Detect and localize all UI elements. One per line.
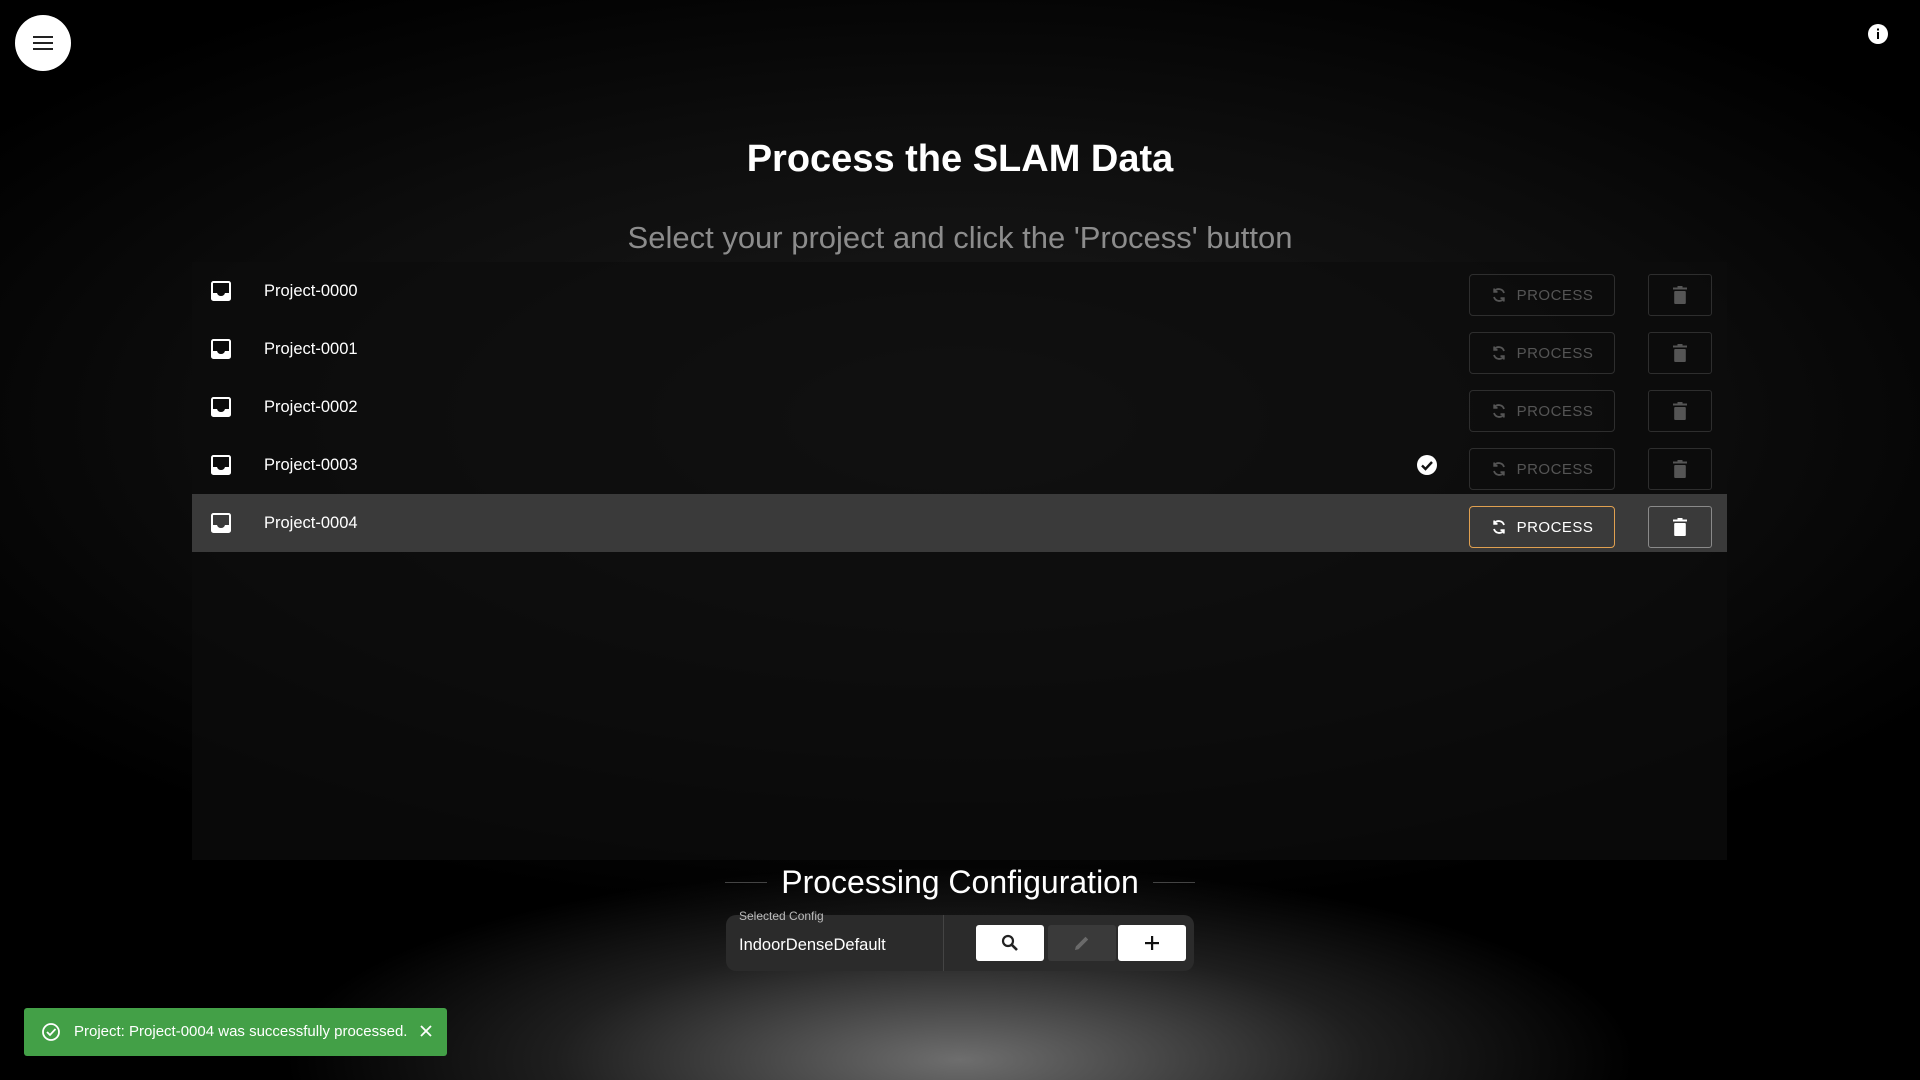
process-label: PROCESS — [1516, 402, 1594, 420]
inbox-icon — [211, 455, 231, 475]
process-button[interactable]: PROCESS — [1469, 448, 1615, 490]
delete-button[interactable] — [1648, 506, 1712, 548]
process-button[interactable]: PROCESS — [1469, 274, 1615, 316]
refresh-icon — [1492, 462, 1505, 476]
plus-icon — [1145, 936, 1159, 950]
selected-config-field[interactable]: IndoorDenseDefault — [739, 936, 886, 955]
trash-icon — [1673, 286, 1687, 304]
process-label: PROCESS — [1516, 460, 1594, 478]
delete-button[interactable] — [1648, 274, 1712, 316]
delete-button[interactable] — [1648, 332, 1712, 374]
search-config-button[interactable] — [976, 925, 1044, 961]
refresh-icon — [1492, 346, 1505, 360]
divider — [943, 915, 944, 971]
project-list: Project-0000 PROCESS Project-0001 PROCES… — [192, 262, 1727, 860]
divider — [1152, 882, 1195, 883]
inbox-icon — [211, 513, 231, 533]
project-row-selected[interactable]: Project-0004 PROCESS — [192, 494, 1727, 552]
process-button[interactable]: PROCESS — [1469, 506, 1615, 548]
config-panel: Selected Config IndoorDenseDefault — [726, 909, 1194, 971]
trash-icon — [1673, 402, 1687, 420]
trash-icon — [1673, 460, 1687, 478]
edit-config-button[interactable] — [1048, 925, 1116, 961]
page-subtitle: Select your project and click the 'Proce… — [627, 220, 1293, 255]
hamburger-menu-icon — [33, 36, 53, 50]
refresh-icon — [1492, 520, 1505, 534]
trash-icon — [1673, 344, 1687, 362]
project-row[interactable]: Project-0003 PROCESS — [192, 436, 1727, 494]
trash-icon — [1673, 518, 1687, 536]
process-label: PROCESS — [1516, 518, 1594, 536]
project-name: Project-0004 — [264, 513, 358, 532]
close-icon[interactable] — [419, 1024, 433, 1038]
divider — [725, 882, 768, 883]
refresh-icon — [1492, 288, 1505, 302]
search-icon — [1001, 934, 1018, 951]
process-label: PROCESS — [1516, 344, 1594, 362]
inbox-icon — [211, 281, 231, 301]
process-button[interactable]: PROCESS — [1469, 332, 1615, 374]
project-name: Project-0001 — [264, 339, 358, 358]
success-toast: Project: Project-0004 was successfully p… — [24, 1008, 447, 1056]
inbox-icon — [211, 397, 231, 417]
delete-button[interactable] — [1648, 448, 1712, 490]
delete-button[interactable] — [1648, 390, 1712, 432]
project-name: Project-0000 — [264, 281, 358, 300]
refresh-icon — [1492, 404, 1505, 418]
inbox-icon — [211, 339, 231, 359]
project-name: Project-0003 — [264, 455, 358, 474]
process-button[interactable]: PROCESS — [1469, 390, 1615, 432]
config-field-label: Selected Config — [739, 909, 824, 923]
process-label: PROCESS — [1516, 286, 1594, 304]
config-heading-text: Processing Configuration — [781, 864, 1139, 900]
success-icon — [42, 1023, 60, 1041]
add-config-button[interactable] — [1118, 925, 1186, 961]
info-icon[interactable] — [1867, 23, 1889, 45]
check-circle-icon — [1417, 455, 1437, 475]
toast-message: Project: Project-0004 was successfully p… — [74, 1023, 408, 1040]
project-row[interactable]: Project-0000 PROCESS — [192, 262, 1727, 320]
hamburger-menu-button[interactable] — [15, 15, 71, 71]
pencil-icon — [1075, 936, 1089, 950]
project-row[interactable]: Project-0002 PROCESS — [192, 378, 1727, 436]
project-name: Project-0002 — [264, 397, 358, 416]
project-row[interactable]: Project-0001 PROCESS — [192, 320, 1727, 378]
page-title: Process the SLAM Data — [746, 138, 1174, 180]
config-heading: Processing Configuration — [725, 864, 1195, 901]
